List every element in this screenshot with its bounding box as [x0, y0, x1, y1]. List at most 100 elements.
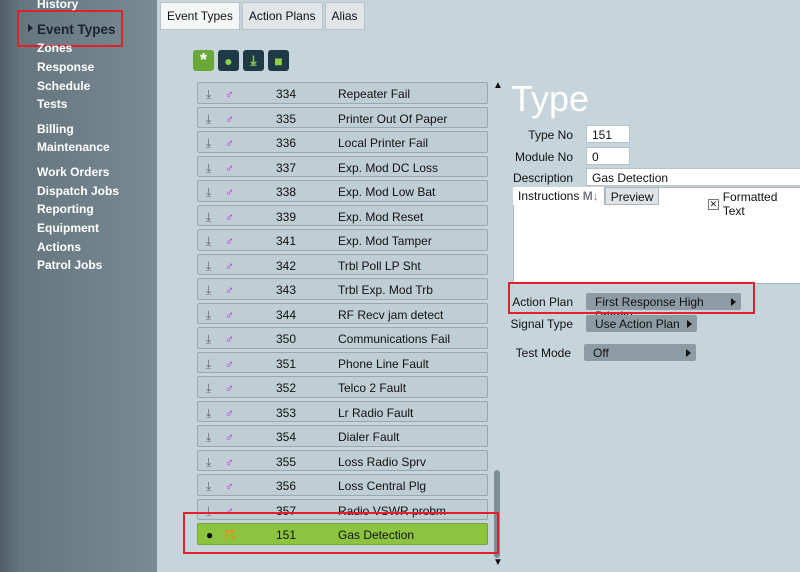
download-icon[interactable]: ⤓ [206, 406, 211, 421]
tab-action-plans[interactable]: Action Plans [241, 2, 323, 30]
signal-type-dropdown[interactable]: Use Action Plan [586, 315, 697, 332]
event-description: Exp. Mod Reset [338, 209, 424, 224]
tab-bar: Event Types Action Plans Alias [160, 2, 365, 30]
download-icon[interactable]: ⤓ [206, 455, 211, 470]
download-icon[interactable]: ⤓ [206, 479, 211, 494]
table-row[interactable]: ⤓ ♂ 354 Dialer Fault [197, 425, 488, 447]
key-icon: ♂ [225, 111, 234, 126]
download-icon[interactable]: ⤓ [206, 259, 211, 274]
download-icon[interactable]: ⤓ [206, 161, 211, 176]
event-description: Trbl Poll LP Sht [338, 258, 421, 273]
test-mode-value: Off [593, 346, 609, 360]
module-no-field[interactable]: 0 [586, 147, 630, 165]
download-icon[interactable]: ⤓ [206, 332, 211, 347]
formatted-text-toggle[interactable]: ✕ Formatted Text [708, 190, 800, 218]
tab-instructions[interactable]: Instructions M↓ [513, 187, 605, 205]
download-icon[interactable]: ⤓ [206, 210, 211, 225]
download-icon[interactable]: ⤓ [206, 234, 211, 249]
key-icon: ♂ [225, 87, 234, 101]
download-icon[interactable]: ⤓ [206, 357, 211, 372]
table-row[interactable]: ⤓ ♂ 335 Printer Out Of Paper [197, 106, 488, 128]
checkbox-checked-icon[interactable]: ✕ [708, 198, 719, 210]
sidebar-item-billing[interactable]: Billing [37, 122, 74, 136]
download-icon[interactable]: ⤓ [206, 381, 211, 396]
event-description: Exp. Mod DC Loss [338, 160, 439, 175]
sidebar-item-tests[interactable]: Tests [37, 97, 67, 111]
download-icon[interactable]: ⤓ [206, 308, 211, 323]
event-description: Repeater Fail [338, 87, 411, 101]
event-description: Telco 2 Fault [338, 381, 407, 395]
key-icon: ♂ [225, 136, 234, 150]
table-row[interactable]: ⤓ ♂ 337 Exp. Mod DC Loss [197, 155, 488, 177]
download-icon[interactable]: ⤓ [206, 136, 211, 151]
asterisk-icon[interactable]: * [193, 50, 214, 71]
table-row[interactable]: ⤓ ♂ 356 Loss Central Plg [197, 474, 488, 496]
sidebar-item-equipment[interactable]: Equipment [37, 221, 99, 235]
event-description: Communications Fail [338, 332, 451, 346]
event-number: 335 [276, 111, 297, 126]
key-icon: ♂ [225, 209, 234, 224]
toolbar: * ● ⤓ ■ [193, 50, 289, 71]
event-number: 344 [276, 307, 297, 322]
event-number: 356 [276, 479, 297, 493]
event-description: Dialer Fault [338, 430, 400, 444]
event-number: 355 [276, 454, 297, 469]
key-icon: ♂ [225, 160, 234, 175]
event-description: Printer Out Of Paper [338, 111, 448, 126]
download-icon[interactable]: ⤓ [243, 50, 264, 71]
puzzle-icon[interactable]: ■ [268, 50, 289, 71]
table-row[interactable]: ⤓ ♂ 353 Lr Radio Fault [197, 400, 488, 422]
module-no-label: Module No [514, 150, 573, 164]
table-row[interactable]: ⤓ ♂ 334 Repeater Fail [197, 82, 488, 104]
event-number: 334 [276, 87, 297, 101]
sidebar-item-maintenance[interactable]: Maintenance [37, 140, 110, 154]
event-number: 353 [276, 405, 297, 420]
markdown-icon: M↓ [582, 189, 599, 203]
sidebar-item-response[interactable]: Response [37, 60, 94, 74]
key-icon: ♂ [225, 356, 234, 371]
table-row[interactable]: ⤓ ♂ 350 Communications Fail [197, 327, 488, 349]
table-row[interactable]: ⤓ ♂ 343 Trbl Exp. Mod Trb [197, 278, 488, 300]
table-row[interactable]: ⤓ ♂ 338 Exp. Mod Low Bat [197, 180, 488, 202]
table-row[interactable]: ⤓ ♂ 341 Exp. Mod Tamper [197, 229, 488, 251]
event-number: 341 [276, 234, 297, 248]
table-row[interactable]: ⤓ ♂ 342 Trbl Poll LP Sht [197, 253, 488, 275]
sidebar-item-schedule[interactable]: Schedule [37, 79, 90, 93]
sidebar-item-reporting[interactable]: Reporting [37, 202, 94, 216]
sidebar-item-patrol-jobs[interactable]: Patrol Jobs [37, 258, 102, 272]
download-icon[interactable]: ⤓ [206, 430, 211, 445]
sidebar-item-event-types[interactable]: Event Types [37, 22, 116, 37]
download-icon[interactable]: ⤓ [206, 87, 211, 102]
tab-preview[interactable]: Preview [604, 187, 660, 205]
table-row[interactable]: ⤓ ♂ 355 Loss Radio Sprv [197, 449, 488, 471]
signal-type-label: Signal Type [510, 317, 574, 331]
sidebar-item-work-orders[interactable]: Work Orders [37, 165, 109, 179]
type-no-field[interactable]: 151 [586, 125, 630, 143]
event-number: 352 [276, 381, 297, 395]
table-row[interactable]: ⤓ ♂ 336 Local Printer Fail [197, 131, 488, 153]
event-number: 343 [276, 283, 297, 297]
event-number: 337 [276, 160, 297, 175]
tab-event-types[interactable]: Event Types [160, 2, 240, 30]
event-description: Loss Central Plg [338, 479, 427, 493]
table-row[interactable]: ⤓ ♂ 344 RF Recv jam detect [197, 302, 488, 324]
scroll-up-icon[interactable]: ▲ [493, 80, 503, 91]
table-row[interactable]: ⤓ ♂ 352 Telco 2 Fault [197, 376, 488, 398]
download-icon[interactable]: ⤓ [206, 283, 211, 298]
sidebar-item-dispatch-jobs[interactable]: Dispatch Jobs [37, 184, 119, 198]
scroll-down-icon[interactable]: ▼ [493, 557, 503, 568]
description-field[interactable]: Gas Detection [586, 168, 800, 186]
test-mode-label: Test Mode [515, 346, 571, 360]
sidebar-item-zones[interactable]: Zones [37, 41, 72, 55]
test-mode-dropdown[interactable]: Off [584, 344, 696, 361]
tab-alias[interactable]: Alias [324, 2, 365, 30]
download-icon[interactable]: ⤓ [206, 185, 211, 200]
download-icon[interactable]: ⤓ [206, 112, 211, 127]
instructions-label: Instructions [518, 189, 580, 203]
person-icon[interactable]: ● [218, 50, 239, 71]
sidebar-item-actions[interactable]: Actions [37, 240, 81, 254]
sidebar-item-history[interactable]: History [37, 0, 78, 11]
table-row[interactable]: ⤓ ♂ 339 Exp. Mod Reset [197, 204, 488, 226]
table-row[interactable]: ⤓ ♂ 351 Phone Line Fault [197, 351, 488, 373]
key-icon: ♂ [225, 283, 234, 297]
